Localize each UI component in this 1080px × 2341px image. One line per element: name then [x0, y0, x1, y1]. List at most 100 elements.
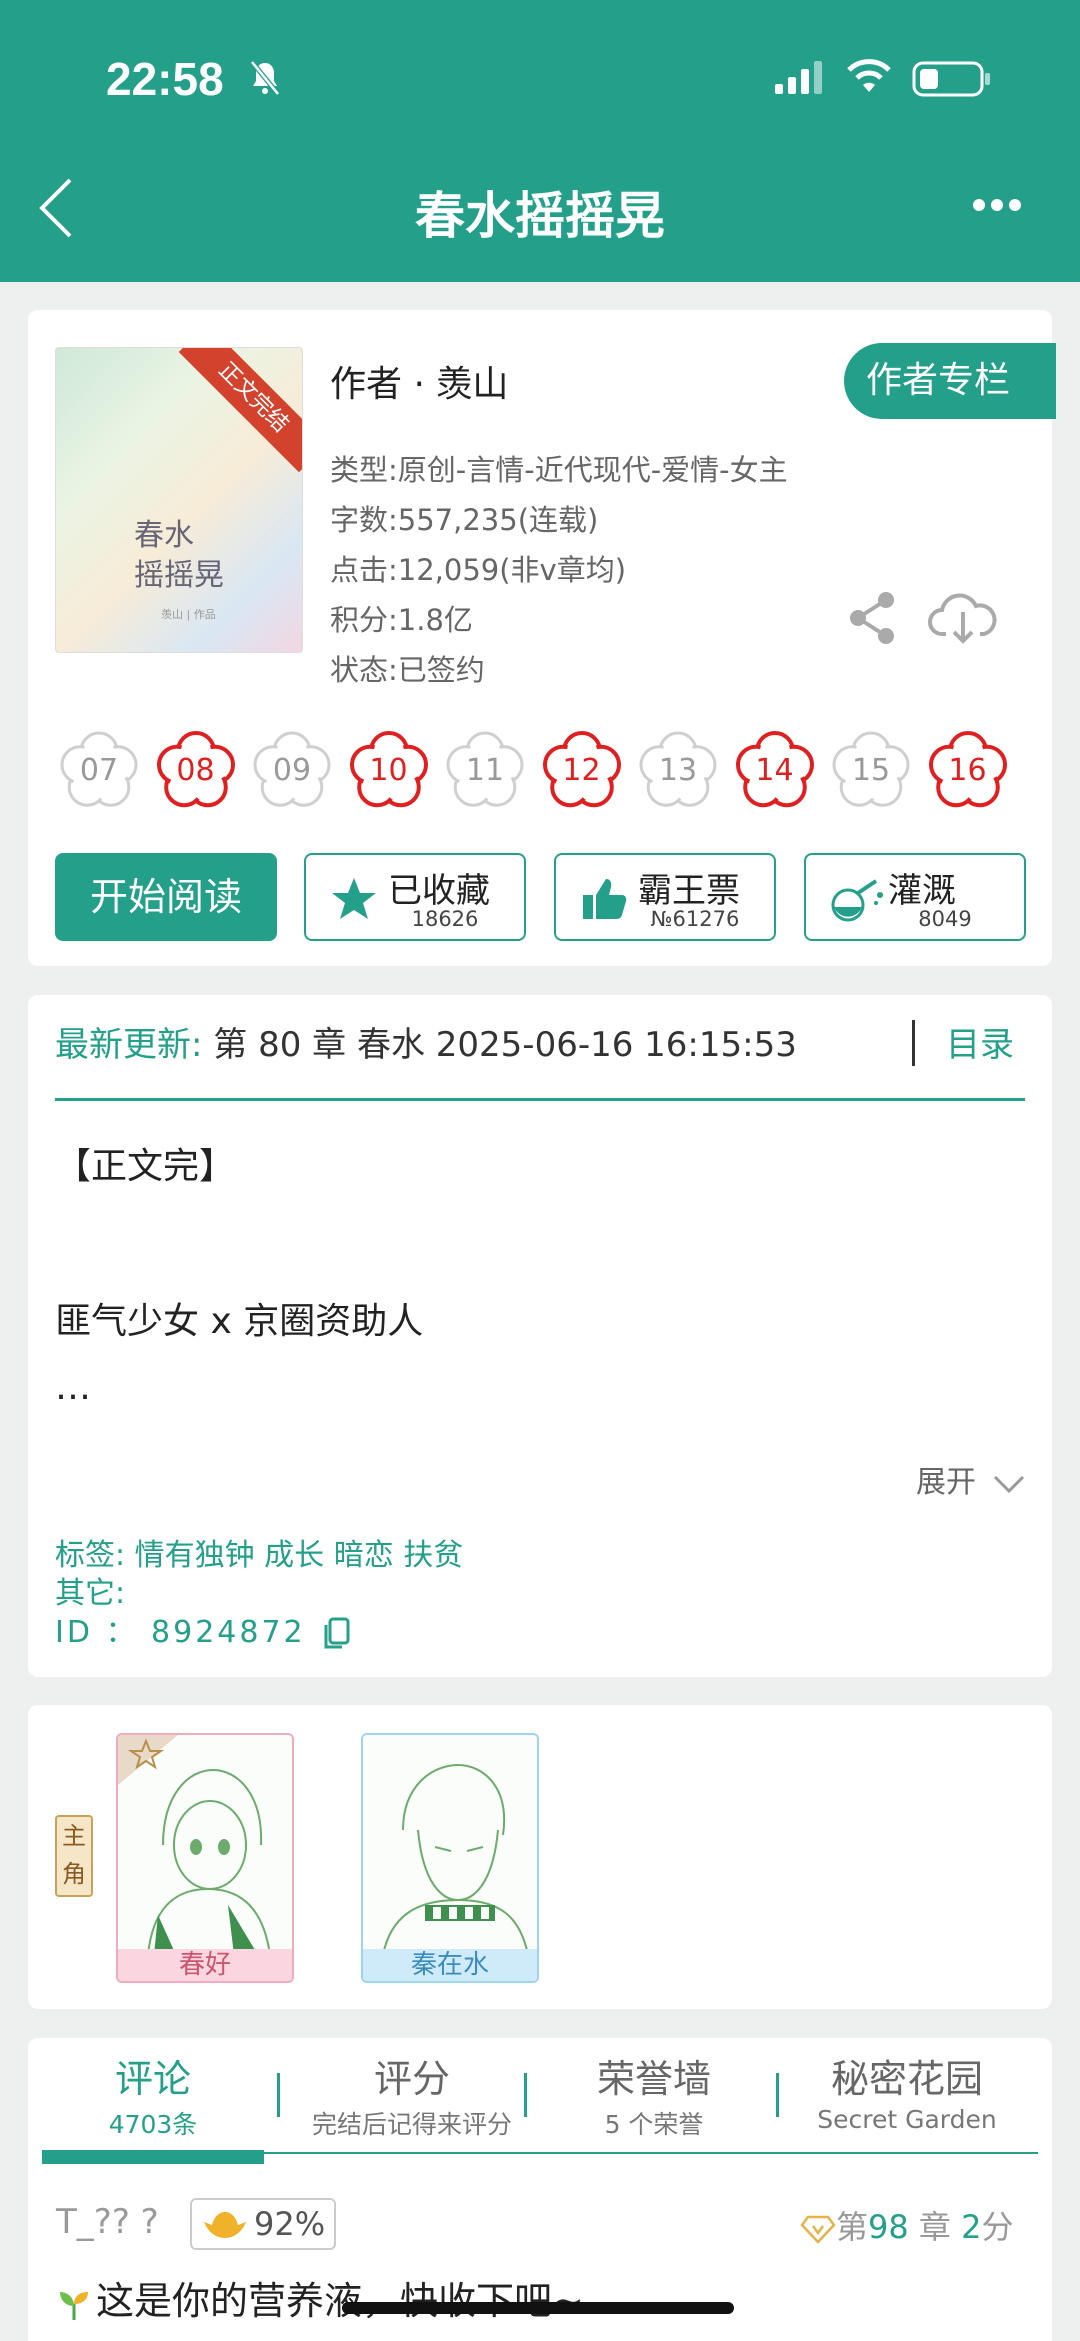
- tab-active-indicator: [42, 2150, 264, 2164]
- vote-button[interactable]: 霸王票 №61276: [554, 853, 776, 941]
- collect-count: 18626: [411, 907, 479, 931]
- character-portrait: [118, 1735, 292, 1956]
- character-name: 春好: [118, 1949, 292, 1981]
- character-portrait: [363, 1735, 537, 1956]
- tab-sub: 完结后记得来评分: [311, 2110, 512, 2139]
- reader-percent: 92%: [254, 2205, 326, 2243]
- chapter-flower-10[interactable]: 10: [346, 728, 432, 814]
- flower-number: 11: [465, 753, 505, 788]
- wifi-icon: [847, 59, 891, 92]
- intro-card: 最新更新: 第 80 章 春水 2025-06-16 16:15:53 目录 【…: [28, 995, 1052, 1677]
- tab-divider: [277, 2073, 280, 2117]
- tab-sub: 5 个荣誉: [604, 2110, 704, 2139]
- tab-label: 荣誉墙: [596, 2057, 711, 2101]
- chapter-flower-16[interactable]: 16: [925, 728, 1011, 814]
- chevron-down-icon: [993, 1475, 1024, 1493]
- chapter-flower-12[interactable]: 12: [539, 728, 625, 814]
- comment-chapter-score: 第98 章 2分: [800, 2202, 1013, 2248]
- chapter-flower-strip: 07 08 09 10 11 12 13 14 15 16: [56, 728, 1016, 818]
- status-time: 22:58: [106, 53, 224, 105]
- character-card-qinzaishui[interactable]: 秦在水: [361, 1733, 539, 1983]
- vote-count: №61276: [650, 907, 740, 931]
- completed-ribbon: 正文完结: [178, 348, 302, 473]
- divider: [912, 1020, 915, 1066]
- tab-label: 秘密花园: [830, 2057, 983, 2101]
- more-icon[interactable]: [972, 198, 1022, 212]
- tab-sub: Secret Garden: [817, 2105, 997, 2134]
- flower-number: 13: [658, 753, 698, 788]
- toc-link[interactable]: 目录: [946, 1017, 1014, 1066]
- comment-user[interactable]: T_?? ?: [56, 2202, 159, 2242]
- chapter-flower-13[interactable]: 13: [635, 728, 721, 814]
- intro-line-1: 【正文完】: [55, 1146, 236, 1187]
- chapter-flower-14[interactable]: 14: [732, 728, 818, 814]
- book-state: 状态:已签约: [330, 653, 485, 687]
- author-name[interactable]: 作者 · 羡山: [330, 355, 508, 407]
- collect-label: 已收藏: [388, 871, 490, 911]
- tab-secret-garden[interactable]: 秘密花园 Secret Garden: [784, 2048, 1030, 2134]
- cover-title: 春水 摇摇晃: [134, 518, 224, 593]
- mute-bell-icon: [250, 60, 280, 96]
- book-id-text: ID ： 8924872: [55, 1615, 306, 1650]
- latest-update-value: 第 80 章 春水 2025-06-16 16:15:53: [202, 1025, 797, 1065]
- tab-comments[interactable]: 评论 4703条: [42, 2048, 264, 2141]
- collect-button[interactable]: 已收藏 18626: [304, 853, 526, 941]
- share-icon[interactable]: [846, 590, 902, 646]
- gold-ingot-icon: [204, 2212, 246, 2238]
- flower-number: 08: [176, 753, 215, 788]
- comment-score: 2: [961, 2208, 982, 2246]
- water-label: 灌溉: [888, 871, 956, 911]
- flower-number: 16: [948, 753, 987, 788]
- book-clicks: 点击:12,059(非v章均): [330, 553, 627, 587]
- tab-rating[interactable]: 评分 完结后记得来评分: [288, 2048, 536, 2141]
- flower-number: 09: [272, 753, 312, 788]
- tab-honor-wall[interactable]: 荣誉墙 5 个荣誉: [536, 2048, 772, 2141]
- character-card-chunhao[interactable]: 春好: [116, 1733, 294, 1983]
- home-indicator[interactable]: [342, 2302, 734, 2314]
- diamond-icon: [800, 2215, 836, 2244]
- reader-percent-badge: 92%: [190, 2198, 336, 2250]
- book-words: 字数:557,235(连载): [330, 503, 599, 537]
- other-tags: 其它:: [55, 1576, 126, 1611]
- chapter-flower-09[interactable]: 09: [249, 728, 335, 814]
- flower-number: 14: [755, 753, 794, 788]
- expand-label: 展开: [916, 1465, 976, 1500]
- battery-icon: [912, 61, 990, 97]
- download-cloud-icon[interactable]: [928, 590, 998, 646]
- author-column-button[interactable]: 作者专栏: [844, 343, 1056, 419]
- flower-number: 07: [79, 753, 119, 788]
- chapter-flower-15[interactable]: 15: [828, 728, 914, 814]
- sprout-icon: [60, 2292, 88, 2320]
- lead-role-tag: 主角: [55, 1815, 93, 1897]
- chapter-flower-08[interactable]: 08: [153, 728, 239, 814]
- chapter-number: 98: [868, 2208, 909, 2246]
- flower-number: 12: [562, 753, 601, 788]
- water-count: 8049: [918, 907, 972, 931]
- chapter-unit: 章: [918, 2208, 951, 2246]
- tab-label: 评分: [373, 2057, 450, 2101]
- score-unit: 分: [981, 2208, 1014, 2246]
- book-cover[interactable]: 春水 摇摇晃 羡山 | 作品 正文完结: [55, 347, 303, 653]
- tab-sub: 4703条: [108, 2110, 198, 2139]
- vote-label: 霸王票: [638, 871, 740, 911]
- chapter-flower-11[interactable]: 11: [442, 728, 528, 814]
- chapter-prefix: 第: [836, 2208, 869, 2246]
- start-reading-button[interactable]: 开始阅读: [55, 853, 277, 941]
- app-header: 22:58 春水摇摇晃: [0, 0, 1080, 282]
- character-name: 秦在水: [363, 1949, 537, 1981]
- tab-divider: [524, 2073, 527, 2117]
- flower-number: 10: [369, 753, 408, 788]
- tab-divider: [776, 2073, 779, 2117]
- page-title: 春水摇摇晃: [415, 187, 665, 245]
- expand-button[interactable]: 展开: [916, 1457, 1026, 1501]
- chapter-flower-07[interactable]: 07: [56, 728, 142, 814]
- intro-line-2: 匪气少女 x 京圈资助人: [55, 1301, 424, 1342]
- book-type: 类型:原创-言情-近代现代-爱情-女主: [330, 453, 788, 487]
- book-info-card: 春水 摇摇晃 羡山 | 作品 正文完结 作者 · 羡山 作者专栏 类型:原创-言…: [28, 310, 1056, 966]
- water-button[interactable]: 灌溉 8049: [804, 853, 1026, 941]
- divider-line: [55, 1098, 1025, 1101]
- latest-update-key: 最新更新:: [55, 1025, 203, 1065]
- tab-label: 评论: [114, 2057, 191, 2101]
- copy-icon[interactable]: [322, 1617, 350, 1651]
- latest-update[interactable]: 最新更新: 第 80 章 春水 2025-06-16 16:15:53: [55, 1017, 797, 1066]
